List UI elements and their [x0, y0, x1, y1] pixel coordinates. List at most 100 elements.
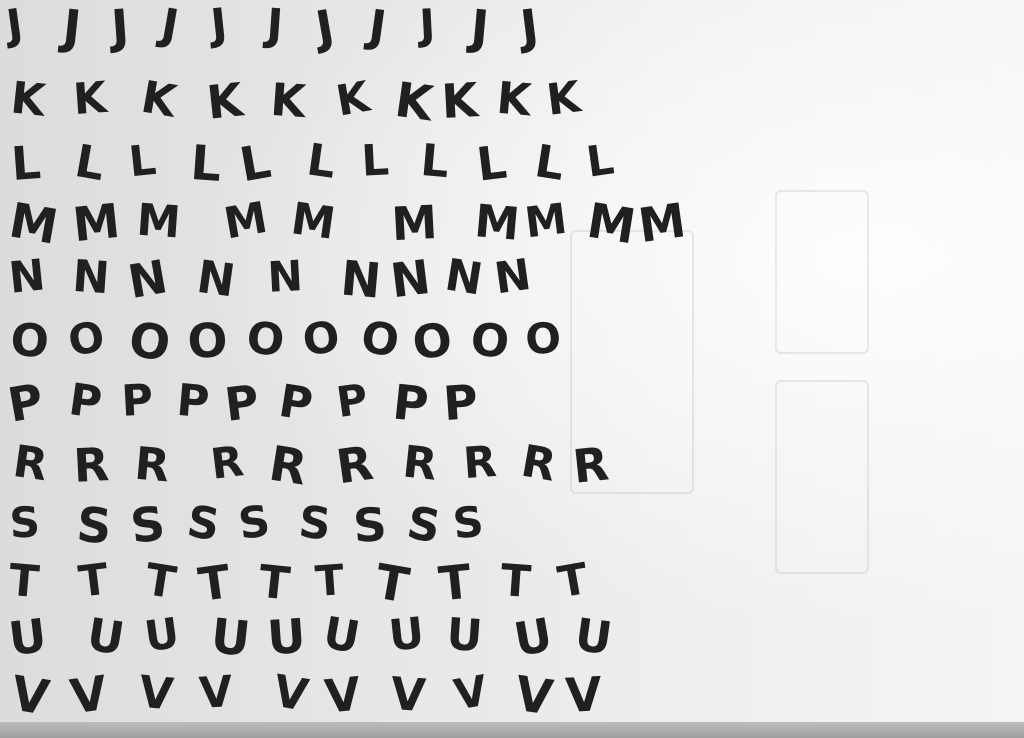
handwritten-letter: R — [570, 436, 612, 494]
handwritten-letter: U — [265, 608, 308, 667]
handwritten-letter: T — [195, 554, 234, 613]
handwritten-letter: S — [183, 495, 223, 552]
handwritten-letter: R — [517, 435, 560, 492]
handwritten-letter: O — [125, 311, 174, 373]
handwritten-letter: S — [351, 496, 389, 554]
handwritten-letter: M — [70, 193, 123, 254]
handwritten-letter: L — [583, 134, 617, 187]
handwritten-letter: N — [124, 249, 172, 310]
handwritten-letter: K — [440, 73, 480, 130]
handwritten-letter: K — [8, 72, 48, 127]
letter-row-r: RRRRRRRRRR — [0, 435, 720, 500]
handwritten-letter: R — [333, 435, 377, 496]
handwritten-letter: N — [193, 249, 239, 308]
handwritten-letter: V — [322, 666, 364, 724]
handwritten-letter: L — [418, 134, 452, 189]
handwritten-letter: L — [71, 134, 109, 192]
handwritten-letter: V — [7, 665, 53, 727]
handwritten-letter: T — [371, 553, 414, 615]
handwritten-letter: K — [494, 72, 534, 127]
letter-row-m: MMMMMMMMMM — [0, 192, 720, 258]
handwritten-letter: K — [543, 72, 584, 126]
handwritten-letter: P — [390, 374, 432, 434]
handwritten-letter: J — [311, 0, 339, 56]
handwritten-letter: J — [3, 0, 26, 50]
handwritten-letter: L — [531, 134, 569, 192]
handwritten-letter: P — [174, 374, 212, 429]
handwritten-letter: J — [468, 0, 492, 57]
handwritten-letter: L — [188, 135, 224, 194]
handwritten-letter: U — [319, 607, 364, 664]
handwritten-letter: L — [9, 135, 43, 191]
handwritten-letter: V — [511, 665, 557, 727]
handwritten-letter: K — [137, 71, 180, 128]
handwritten-letter: V — [67, 665, 111, 726]
handwritten-letter: U — [444, 608, 485, 663]
handwritten-letter: O — [357, 311, 403, 368]
handwritten-letter: L — [473, 134, 510, 192]
handwritten-letter: O — [409, 311, 456, 371]
handwritten-letter: V — [136, 666, 176, 721]
handwritten-letter: K — [204, 72, 246, 130]
handwritten-letter: S — [403, 495, 445, 554]
handwritten-letter: P — [441, 374, 480, 433]
handwritten-letter: M — [390, 194, 439, 252]
handwritten-letter: N — [387, 249, 434, 310]
letter-row-s: SSSSSSSSS — [0, 495, 720, 560]
handwritten-letter: N — [70, 250, 112, 305]
handwritten-letter: L — [360, 135, 391, 187]
handwritten-letter: S — [74, 496, 114, 556]
handwritten-letter: J — [517, 0, 542, 56]
handwritten-letter: K — [391, 71, 437, 133]
letter-row-v: VVVVVVVVVV — [0, 665, 720, 730]
handwritten-letter: T — [436, 554, 474, 613]
handwritten-letter: K — [332, 71, 374, 126]
letter-row-j: JJJJJJJJJJJ — [0, 0, 720, 62]
handwritten-letter: R — [72, 437, 111, 493]
handwritten-letter: M — [522, 193, 570, 248]
handwritten-letter: N — [338, 250, 384, 310]
handwritten-letter: V — [564, 667, 604, 724]
handwritten-letter: M — [5, 192, 62, 256]
handwritten-letter: T — [75, 554, 112, 608]
handwritten-letter: U — [509, 607, 557, 667]
handwritten-letter: M — [134, 194, 183, 249]
handwritten-letter: N — [491, 249, 535, 305]
handwritten-letter: J — [365, 0, 390, 54]
handwritten-letter: T — [6, 554, 41, 609]
handwritten-letter: T — [141, 554, 180, 610]
handwritten-letter: S — [8, 497, 42, 548]
handwritten-letter: M — [287, 193, 339, 250]
handwritten-letter: L — [303, 134, 339, 189]
handwritten-letter: O — [468, 312, 512, 369]
handwritten-letter: O — [299, 312, 343, 367]
handwritten-letter: R — [461, 436, 499, 490]
handwritten-letter: J — [264, 0, 285, 52]
handwritten-letter: P — [65, 374, 105, 430]
letter-row-n: NNNNNNNNN — [0, 249, 720, 314]
handwritten-letter: R — [132, 436, 172, 493]
handwritten-letter: M — [220, 192, 272, 250]
letter-row-l: LLLLLLLLLLL — [0, 133, 720, 198]
handwritten-letter: R — [400, 436, 440, 491]
handwritten-letter: S — [235, 496, 274, 551]
handwritten-letter: M — [635, 193, 690, 255]
handwritten-letter: U — [208, 608, 253, 668]
handwritten-letter: P — [221, 374, 262, 432]
handwritten-letter: M — [472, 194, 522, 251]
handwritten-letter: O — [244, 312, 287, 367]
letter-row-u: UUUUUUUUUU — [0, 607, 720, 672]
handwritten-letter: K — [71, 72, 109, 126]
handwritten-letter: T — [554, 553, 592, 609]
handwritten-letter: O — [523, 312, 563, 365]
handwritten-letter: P — [3, 373, 48, 434]
handwritten-letter: U — [141, 607, 183, 662]
handwritten-letter: P — [275, 373, 317, 432]
handwritten-letter: L — [235, 133, 275, 194]
handwritten-letter: J — [109, 0, 131, 56]
handwritten-letter: N — [266, 251, 304, 302]
letter-row-k: KKKKKKKKKK — [0, 71, 720, 136]
letter-row-o: OOOOOOOOOO — [0, 311, 720, 376]
handwritten-letter: S — [127, 496, 168, 555]
handwritten-letter: J — [418, 0, 437, 50]
